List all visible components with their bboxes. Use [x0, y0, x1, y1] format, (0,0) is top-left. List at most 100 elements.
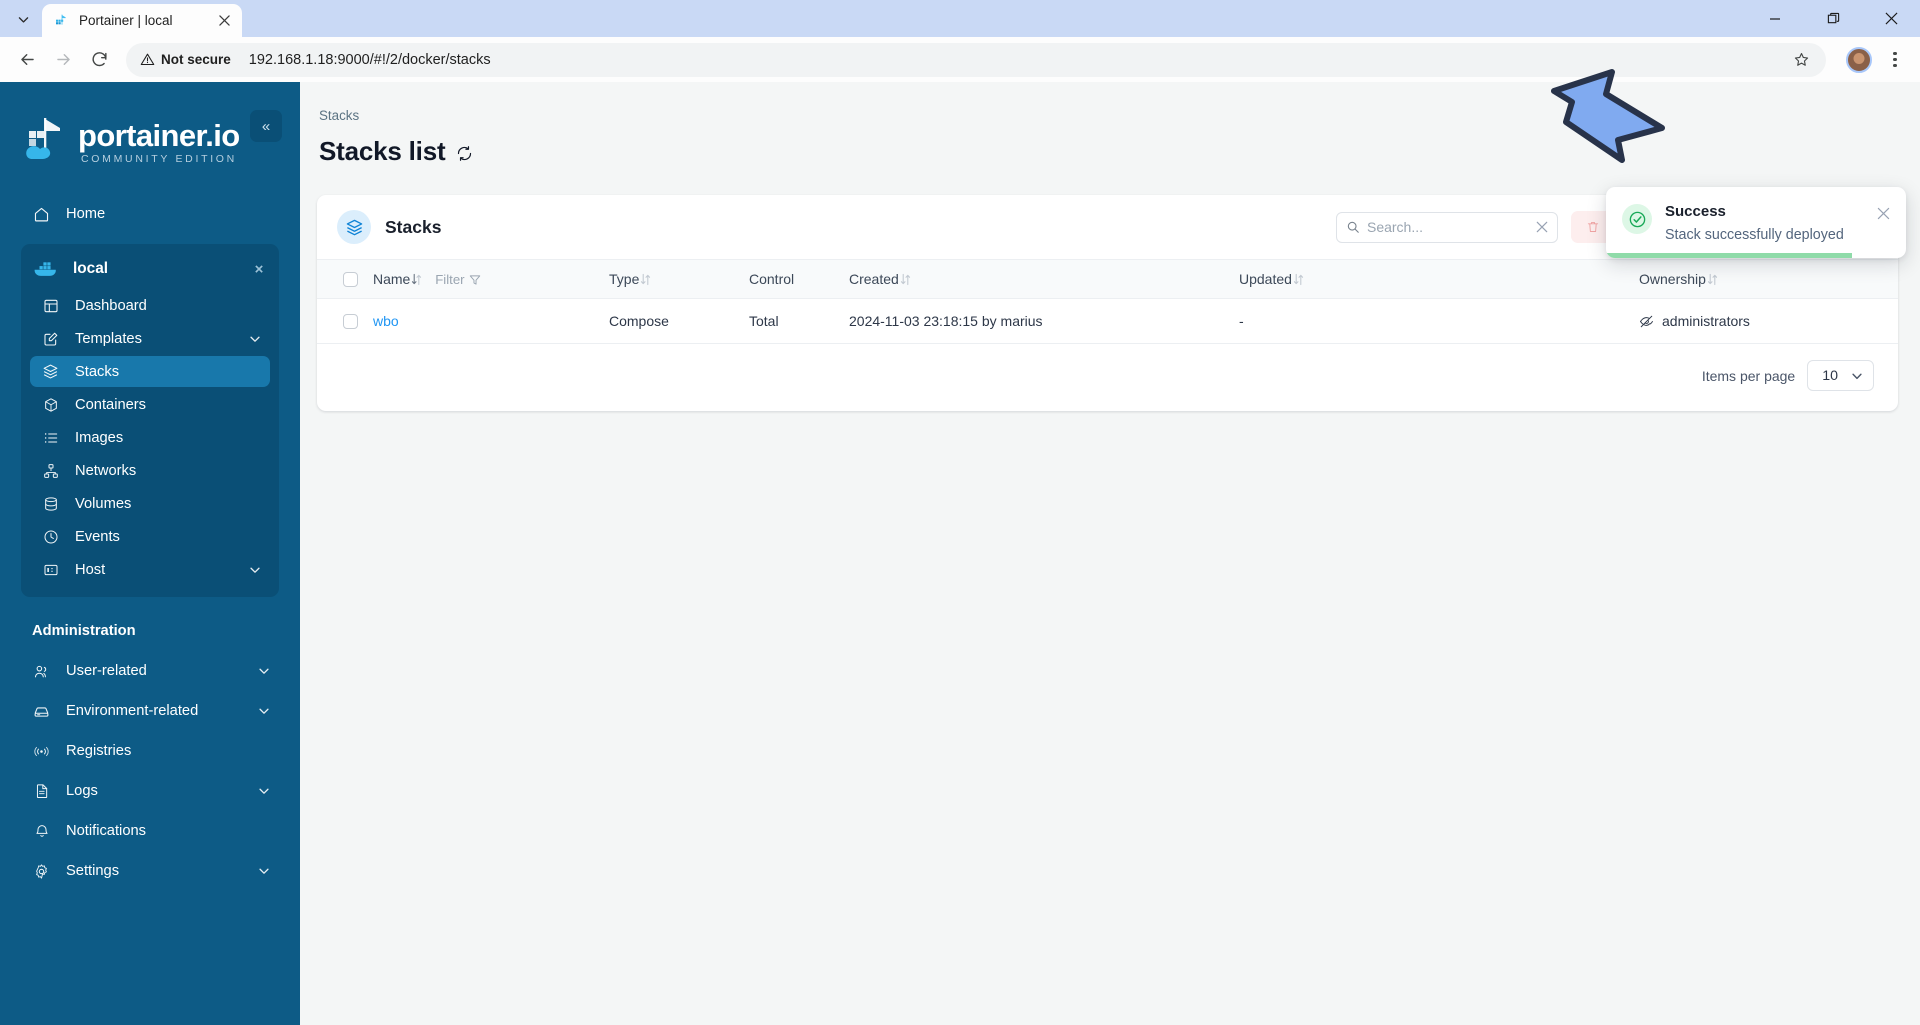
forward-icon[interactable]	[46, 43, 80, 77]
cell-control: Total	[749, 298, 849, 344]
cell-updated: -	[1239, 298, 1639, 344]
address-bar[interactable]: Not secure 192.168.1.18:9000/#!/2/docker…	[126, 42, 1826, 77]
sidebar-item-label: Events	[75, 528, 120, 545]
users-icon	[32, 662, 51, 681]
sidebar-item-label: Environment-related	[66, 703, 199, 719]
avatar[interactable]	[1846, 46, 1872, 73]
breadcrumb[interactable]: Stacks	[317, 108, 1898, 123]
sidebar-item-images[interactable]: Images	[30, 422, 270, 453]
column-header-ownership[interactable]: Ownership	[1639, 259, 1898, 299]
refresh-icon[interactable]	[456, 145, 473, 162]
sidebar-collapse-button[interactable]: «	[250, 110, 282, 142]
filter-icon	[469, 274, 481, 286]
volumes-icon	[41, 494, 60, 513]
page-root: « portainer.io COMMUNITY EDITION Home lo…	[0, 69, 1920, 1025]
items-per-page-select[interactable]: 10	[1807, 360, 1874, 391]
portainer-whale-icon	[53, 12, 70, 29]
sidebar-item-notifications[interactable]: Notifications	[21, 815, 279, 847]
brand-subtitle: COMMUNITY EDITION	[81, 152, 237, 165]
tab-search-button[interactable]	[8, 5, 38, 33]
search-box[interactable]	[1335, 211, 1558, 243]
chevron-down-icon	[1850, 369, 1864, 383]
sidebar-item-volumes[interactable]: Volumes	[30, 488, 270, 519]
sidebar-item-label: Networks	[75, 462, 137, 479]
sidebar-item-user-related[interactable]: User-related	[21, 655, 279, 687]
column-label-type: Type	[609, 271, 640, 287]
sort-icon[interactable]	[1707, 273, 1718, 286]
back-icon[interactable]	[10, 43, 44, 77]
browser-tab[interactable]: Portainer | local	[42, 4, 242, 37]
sidebar-environment-header[interactable]: local ×	[21, 250, 279, 288]
table-row[interactable]: wbo Compose Total 2024-11-03 23:18:15 by…	[317, 298, 1898, 344]
chevron-down-icon	[257, 864, 271, 878]
column-header-updated[interactable]: Updated	[1239, 259, 1639, 299]
url-text[interactable]: 192.168.1.18:9000/#!/2/docker/stacks	[241, 52, 1786, 68]
chevron-down-icon	[248, 332, 262, 346]
sort-icon[interactable]	[640, 273, 651, 286]
sidebar-item-host[interactable]: Host	[30, 554, 270, 585]
items-per-page-value: 10	[1822, 367, 1838, 384]
chevron-down-icon	[248, 563, 262, 577]
column-label-created: Created	[849, 271, 899, 287]
sort-icon[interactable]	[411, 273, 422, 286]
logs-icon	[32, 782, 51, 801]
site-security-indicator[interactable]: Not secure	[132, 48, 241, 71]
search-input[interactable]	[1366, 219, 1529, 235]
chevron-down-icon	[257, 704, 271, 718]
sort-icon[interactable]	[1293, 273, 1304, 286]
select-all-checkbox[interactable]	[343, 271, 358, 287]
column-header-created[interactable]: Created	[849, 259, 1239, 299]
warning-triangle-icon	[140, 53, 155, 66]
toast-close-icon[interactable]	[1874, 204, 1892, 222]
row-checkbox-cell	[317, 298, 373, 344]
sidebar-item-label: Home	[66, 206, 106, 222]
close-icon[interactable]	[215, 11, 234, 30]
minimize-icon[interactable]	[1746, 0, 1804, 37]
sidebar-item-label: User-related	[66, 663, 147, 679]
restore-icon[interactable]	[1804, 0, 1862, 37]
sidebar-item-settings[interactable]: Settings	[21, 855, 279, 887]
sidebar-item-environment-related[interactable]: Environment-related	[21, 695, 279, 727]
sidebar: « portainer.io COMMUNITY EDITION Home lo…	[0, 82, 300, 1025]
sidebar-item-networks[interactable]: Networks	[30, 455, 270, 486]
sort-icon[interactable]	[900, 273, 911, 286]
sidebar-item-templates[interactable]: Templates	[30, 323, 270, 354]
sidebar-item-home[interactable]: Home	[21, 198, 279, 230]
cell-created: 2024-11-03 23:18:15 by marius	[849, 298, 1239, 344]
sidebar-item-logs[interactable]: Logs	[21, 775, 279, 807]
stacks-icon	[41, 362, 60, 381]
cell-ownership: administrators	[1639, 298, 1898, 344]
security-label: Not secure	[161, 52, 231, 67]
sidebar-environment-close-icon[interactable]: ×	[250, 260, 268, 278]
sidebar-item-label: Host	[75, 561, 106, 578]
bell-icon	[32, 822, 51, 841]
sidebar-section-administration: Administration	[32, 623, 136, 639]
column-header-checkbox	[317, 259, 373, 299]
template-icon	[41, 329, 60, 348]
container-icon	[41, 395, 60, 414]
sidebar-nav: Home local × Dashboard Templates Stacks …	[0, 198, 300, 887]
sidebar-item-dashboard[interactable]: Dashboard	[30, 290, 270, 321]
name-filter-button[interactable]: Filter	[435, 272, 480, 287]
sidebar-item-registries[interactable]: Registries	[21, 735, 279, 767]
stacks-icon	[337, 210, 371, 244]
row-checkbox[interactable]	[343, 313, 358, 329]
sidebar-environment-name: local	[73, 260, 109, 277]
stack-name-link[interactable]: wbo	[373, 313, 399, 329]
ownership-label: administrators	[1662, 313, 1750, 329]
bookmark-star-icon[interactable]	[1786, 45, 1816, 75]
clear-search-icon[interactable]	[1536, 221, 1548, 233]
window-close-icon[interactable]	[1862, 0, 1920, 37]
check-circle-icon	[1622, 204, 1652, 234]
sidebar-item-events[interactable]: Events	[30, 521, 270, 552]
sidebar-item-containers[interactable]: Containers	[30, 389, 270, 420]
reload-icon[interactable]	[82, 43, 116, 77]
registry-icon	[32, 742, 51, 761]
sidebar-item-stacks[interactable]: Stacks	[30, 356, 270, 387]
column-header-type[interactable]: Type	[609, 259, 749, 299]
sidebar-item-label: Containers	[75, 396, 147, 413]
browser-menu-icon[interactable]	[1880, 45, 1910, 75]
column-header-name[interactable]: Name Filter	[373, 259, 609, 299]
toast-progress-bar	[1606, 253, 1852, 258]
dashboard-icon	[41, 296, 60, 315]
